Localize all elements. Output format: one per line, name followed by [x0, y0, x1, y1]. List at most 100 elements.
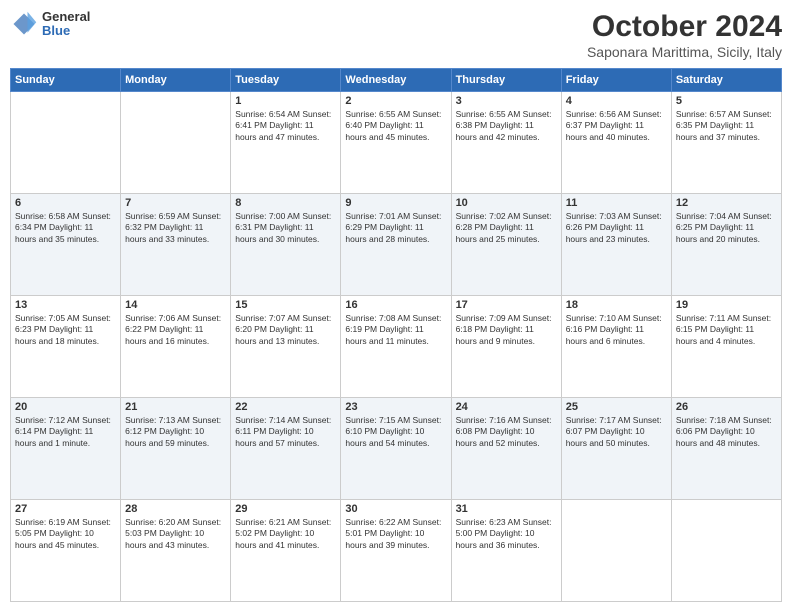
- calendar-cell: 9 Sunrise: 7:01 AM Sunset: 6:29 PM Daylig…: [341, 194, 451, 296]
- day-number: 5: [676, 95, 777, 107]
- cell-text: Sunrise: 7:00 AM Sunset: 6:31 PM Dayligh…: [235, 211, 336, 245]
- calendar-cell: 26Sunrise: 7:18 AM Sunset: 6:06 PM Dayli…: [671, 398, 781, 500]
- day-number: 7: [125, 197, 226, 209]
- cell-text: Sunrise: 6:19 AM Sunset: 5:05 PM Dayligh…: [15, 517, 116, 551]
- title-block: October 2024 Saponara Marittima, Sicily,…: [587, 10, 782, 60]
- day-number: 18: [566, 299, 667, 311]
- calendar-cell: 27 Sunrise: 6:19 AM Sunset: 5:05 PM Dayli…: [11, 500, 121, 602]
- logo-blue: Blue: [42, 24, 90, 38]
- calendar-day-header: Thursday: [451, 69, 561, 92]
- day-number: 1: [235, 95, 336, 107]
- calendar-cell: [561, 500, 671, 602]
- page: General Blue October 2024 Saponara Marit…: [0, 0, 792, 612]
- calendar-day-header: Monday: [121, 69, 231, 92]
- cell-text: Sunrise: 6:58 AM Sunset: 6:34 PM Dayligh…: [15, 211, 116, 245]
- calendar-cell: 7 Sunrise: 6:59 AM Sunset: 6:32 PM Daylig…: [121, 194, 231, 296]
- calendar-cell: 21 Sunrise: 7:13 AM Sunset: 6:12 PM Dayli…: [121, 398, 231, 500]
- calendar-day-header: Friday: [561, 69, 671, 92]
- cell-text: Sunrise: 7:07 AM Sunset: 6:20 PM Dayligh…: [235, 313, 336, 347]
- calendar-cell: 18 Sunrise: 7:10 AM Sunset: 6:16 PM Dayli…: [561, 296, 671, 398]
- calendar-cell: 10 Sunrise: 7:02 AM Sunset: 6:28 PM Dayli…: [451, 194, 561, 296]
- calendar-cell: 22 Sunrise: 7:14 AM Sunset: 6:11 PM Dayli…: [231, 398, 341, 500]
- day-number: 22: [235, 401, 336, 413]
- day-number: 9: [345, 197, 446, 209]
- cell-text: Sunrise: 7:02 AM Sunset: 6:28 PM Dayligh…: [456, 211, 557, 245]
- day-number: 8: [235, 197, 336, 209]
- cell-text: Sunrise: 7:04 AM Sunset: 6:25 PM Dayligh…: [676, 211, 777, 245]
- day-number: 17: [456, 299, 557, 311]
- calendar-cell: 28 Sunrise: 6:20 AM Sunset: 5:03 PM Dayli…: [121, 500, 231, 602]
- day-number: 24: [456, 401, 557, 413]
- cell-text: Sunrise: 6:54 AM Sunset: 6:41 PM Dayligh…: [235, 109, 336, 143]
- cell-text: Sunrise: 7:13 AM Sunset: 6:12 PM Dayligh…: [125, 415, 226, 449]
- day-number: 11: [566, 197, 667, 209]
- calendar-cell: 1 Sunrise: 6:54 AM Sunset: 6:41 PM Daylig…: [231, 92, 341, 194]
- calendar-cell: 16 Sunrise: 7:08 AM Sunset: 6:19 PM Dayli…: [341, 296, 451, 398]
- calendar-cell: 5 Sunrise: 6:57 AM Sunset: 6:35 PM Daylig…: [671, 92, 781, 194]
- day-number: 21: [125, 401, 226, 413]
- calendar-cell: 17 Sunrise: 7:09 AM Sunset: 6:18 PM Dayli…: [451, 296, 561, 398]
- calendar-day-header: Saturday: [671, 69, 781, 92]
- cell-text: Sunrise: 6:56 AM Sunset: 6:37 PM Dayligh…: [566, 109, 667, 143]
- calendar-cell: 12Sunrise: 7:04 AM Sunset: 6:25 PM Dayli…: [671, 194, 781, 296]
- cell-text: Sunrise: 7:12 AM Sunset: 6:14 PM Dayligh…: [15, 415, 116, 449]
- calendar-cell: 14Sunrise: 7:06 AM Sunset: 6:22 PM Dayli…: [121, 296, 231, 398]
- calendar-cell: 20 Sunrise: 7:12 AM Sunset: 6:14 PM Dayli…: [11, 398, 121, 500]
- day-number: 26: [676, 401, 777, 413]
- cell-text: Sunrise: 7:16 AM Sunset: 6:08 PM Dayligh…: [456, 415, 557, 449]
- logo-general: General: [42, 10, 90, 24]
- day-number: 27: [15, 503, 116, 515]
- cell-text: Sunrise: 7:17 AM Sunset: 6:07 PM Dayligh…: [566, 415, 667, 449]
- calendar-week-row: 1 Sunrise: 6:54 AM Sunset: 6:41 PM Daylig…: [11, 92, 782, 194]
- calendar-cell: 25Sunrise: 7:17 AM Sunset: 6:07 PM Dayli…: [561, 398, 671, 500]
- calendar-cell: 29 Sunrise: 6:21 AM Sunset: 5:02 PM Dayli…: [231, 500, 341, 602]
- calendar-day-header: Wednesday: [341, 69, 451, 92]
- logo: General Blue: [10, 10, 90, 39]
- cell-text: Sunrise: 6:55 AM Sunset: 6:38 PM Dayligh…: [456, 109, 557, 143]
- calendar-table: SundayMondayTuesdayWednesdayThursdayFrid…: [10, 68, 782, 602]
- calendar-cell: 11Sunrise: 7:03 AM Sunset: 6:26 PM Dayli…: [561, 194, 671, 296]
- cell-text: Sunrise: 7:15 AM Sunset: 6:10 PM Dayligh…: [345, 415, 446, 449]
- cell-text: Sunrise: 6:59 AM Sunset: 6:32 PM Dayligh…: [125, 211, 226, 245]
- cell-text: Sunrise: 6:22 AM Sunset: 5:01 PM Dayligh…: [345, 517, 446, 551]
- calendar-week-row: 13 Sunrise: 7:05 AM Sunset: 6:23 PM Dayli…: [11, 296, 782, 398]
- day-number: 13: [15, 299, 116, 311]
- day-number: 29: [235, 503, 336, 515]
- calendar-week-row: 6Sunrise: 6:58 AM Sunset: 6:34 PM Daylig…: [11, 194, 782, 296]
- cell-text: Sunrise: 7:09 AM Sunset: 6:18 PM Dayligh…: [456, 313, 557, 347]
- calendar-cell: 8 Sunrise: 7:00 AM Sunset: 6:31 PM Daylig…: [231, 194, 341, 296]
- calendar-cell: [121, 92, 231, 194]
- cell-text: Sunrise: 7:01 AM Sunset: 6:29 PM Dayligh…: [345, 211, 446, 245]
- calendar-cell: 24 Sunrise: 7:16 AM Sunset: 6:08 PM Dayli…: [451, 398, 561, 500]
- calendar-cell: [671, 500, 781, 602]
- day-number: 19: [676, 299, 777, 311]
- day-number: 10: [456, 197, 557, 209]
- month-title: October 2024: [587, 10, 782, 44]
- cell-text: Sunrise: 6:57 AM Sunset: 6:35 PM Dayligh…: [676, 109, 777, 143]
- day-number: 31: [456, 503, 557, 515]
- cell-text: Sunrise: 6:23 AM Sunset: 5:00 PM Dayligh…: [456, 517, 557, 551]
- calendar-cell: 31 Sunrise: 6:23 AM Sunset: 5:00 PM Dayli…: [451, 500, 561, 602]
- subtitle: Saponara Marittima, Sicily, Italy: [587, 44, 782, 60]
- calendar-cell: 15Sunrise: 7:07 AM Sunset: 6:20 PM Dayli…: [231, 296, 341, 398]
- cell-text: Sunrise: 7:11 AM Sunset: 6:15 PM Dayligh…: [676, 313, 777, 347]
- calendar-cell: 6Sunrise: 6:58 AM Sunset: 6:34 PM Daylig…: [11, 194, 121, 296]
- calendar-cell: 4Sunrise: 6:56 AM Sunset: 6:37 PM Daylig…: [561, 92, 671, 194]
- cell-text: Sunrise: 7:14 AM Sunset: 6:11 PM Dayligh…: [235, 415, 336, 449]
- day-number: 28: [125, 503, 226, 515]
- day-number: 16: [345, 299, 446, 311]
- day-number: 23: [345, 401, 446, 413]
- calendar-week-row: 27 Sunrise: 6:19 AM Sunset: 5:05 PM Dayli…: [11, 500, 782, 602]
- cell-text: Sunrise: 7:05 AM Sunset: 6:23 PM Dayligh…: [15, 313, 116, 347]
- day-number: 30: [345, 503, 446, 515]
- cell-text: Sunrise: 6:21 AM Sunset: 5:02 PM Dayligh…: [235, 517, 336, 551]
- cell-text: Sunrise: 7:08 AM Sunset: 6:19 PM Dayligh…: [345, 313, 446, 347]
- calendar-week-row: 20 Sunrise: 7:12 AM Sunset: 6:14 PM Dayli…: [11, 398, 782, 500]
- cell-text: Sunrise: 6:20 AM Sunset: 5:03 PM Dayligh…: [125, 517, 226, 551]
- day-number: 14: [125, 299, 226, 311]
- calendar-cell: 3Sunrise: 6:55 AM Sunset: 6:38 PM Daylig…: [451, 92, 561, 194]
- calendar-cell: 19 Sunrise: 7:11 AM Sunset: 6:15 PM Dayli…: [671, 296, 781, 398]
- cell-text: Sunrise: 7:10 AM Sunset: 6:16 PM Dayligh…: [566, 313, 667, 347]
- day-number: 20: [15, 401, 116, 413]
- calendar-cell: 30 Sunrise: 6:22 AM Sunset: 5:01 PM Dayli…: [341, 500, 451, 602]
